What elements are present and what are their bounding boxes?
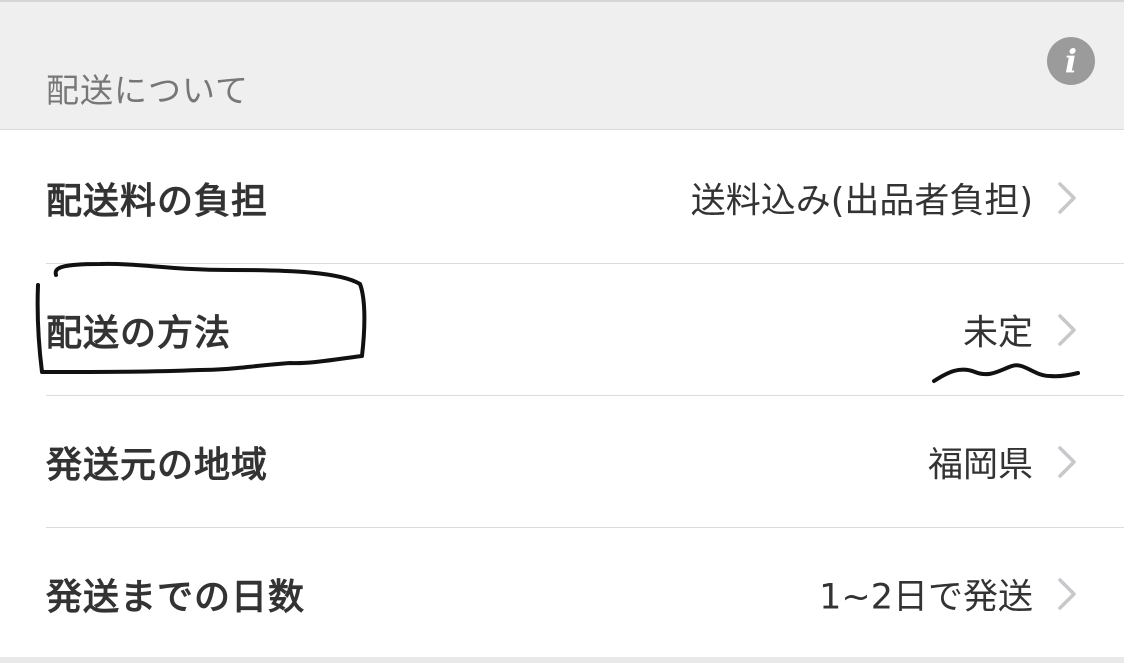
row-value: 1~2日で発送 <box>819 577 1033 618</box>
row-value: 未定 <box>962 313 1033 354</box>
chevron-right-icon <box>1058 314 1076 346</box>
section-header: 配送について i <box>0 0 1124 130</box>
section-title: 配送について <box>46 71 250 110</box>
row-shipping-fee-burden[interactable]: 配送料の負担 送料込み(出品者負担) <box>0 132 1124 264</box>
row-value: 送料込み(出品者負担) <box>690 181 1033 222</box>
chevron-right-icon <box>1058 446 1076 478</box>
chevron-right-icon <box>1058 182 1076 214</box>
bottom-divider <box>0 657 1124 663</box>
row-label: 配送の方法 <box>46 313 232 354</box>
row-label: 発送までの日数 <box>46 577 306 618</box>
chevron-right-icon <box>1058 578 1076 610</box>
shipping-settings-screen: 配送について i 配送料の負担 送料込み(出品者負担) 配送の方法 未定 発送元… <box>0 0 1124 663</box>
row-label: 発送元の地域 <box>46 445 269 486</box>
row-shipping-method[interactable]: 配送の方法 未定 <box>0 264 1124 396</box>
row-value: 福岡県 <box>927 445 1033 486</box>
row-label: 配送料の負担 <box>46 181 269 222</box>
info-icon[interactable]: i <box>1047 37 1095 85</box>
row-days-to-ship[interactable]: 発送までの日数 1~2日で発送 <box>0 528 1124 660</box>
row-ship-from-region[interactable]: 発送元の地域 福岡県 <box>0 396 1124 528</box>
